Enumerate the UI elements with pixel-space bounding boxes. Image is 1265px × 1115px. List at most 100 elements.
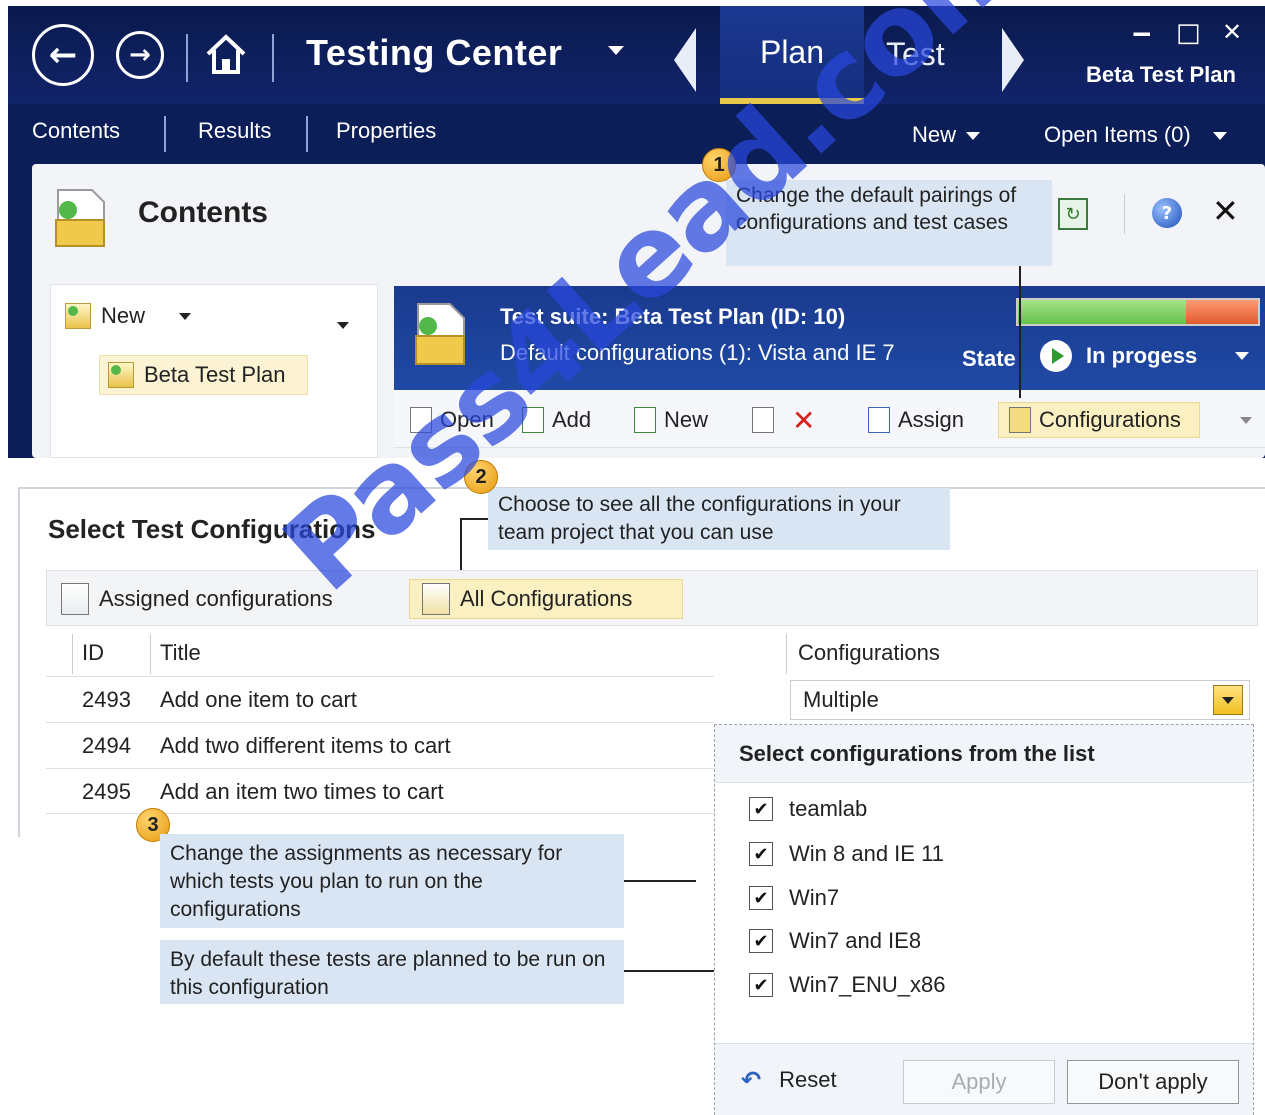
column-title[interactable]: Title [160, 640, 201, 666]
row-id: 2494 [82, 733, 131, 758]
tree-new-label: New [101, 303, 146, 328]
configurations-popup: Select configurations from the list ✔ tea… [714, 724, 1254, 1115]
scroll-left-icon[interactable] [674, 28, 696, 92]
row-title: Add two different items to cart [160, 733, 451, 758]
divider [786, 634, 787, 674]
suite-title: Test suite: Beta Test Plan (ID: 10) [500, 304, 846, 329]
table-row[interactable]: 2495 Add an item two times to cart [46, 768, 714, 814]
configurations-select[interactable]: Multiple [790, 680, 1250, 720]
row-id: 2495 [82, 779, 131, 804]
refresh-icon[interactable]: ↻ [1058, 198, 1088, 230]
row-title: Add an item two times to cart [160, 779, 444, 804]
open-items-label: Open Items (0) [1044, 122, 1191, 147]
chevron-down-icon [179, 312, 192, 320]
checkbox[interactable]: ✔ [749, 973, 773, 997]
toolbar-overflow[interactable] [1240, 402, 1252, 438]
forward-button[interactable]: → [116, 31, 164, 79]
add-icon [522, 407, 544, 433]
config-item[interactable]: ✔ Win 8 and IE 11 [749, 836, 944, 872]
table-row[interactable]: 2494 Add two different items to cart [46, 722, 714, 768]
dialog-title: Select Test Configurations [48, 514, 376, 544]
progress-bar [1016, 298, 1260, 326]
plan-name: Beta Test Plan [1086, 62, 1236, 87]
back-button[interactable]: ← [32, 24, 94, 86]
config-item[interactable]: ✔ Win7_ENU_x86 [749, 967, 946, 1003]
config-item[interactable]: ✔ teamlab [749, 791, 867, 827]
config-label: Win7 and IE8 [789, 928, 922, 953]
tab-test[interactable]: Test [886, 36, 945, 73]
assign-button[interactable]: Assign [868, 402, 964, 438]
state-label: State [962, 346, 1016, 371]
tree-new-button[interactable]: New [65, 303, 350, 329]
callout-2: Choose to see all the configurations in … [488, 488, 950, 550]
checkbox[interactable]: ✔ [749, 929, 773, 953]
assigned-configurations-icon [61, 583, 89, 615]
open-items-menu[interactable]: Open Items (0) [1044, 122, 1227, 148]
checkbox[interactable]: ✔ [749, 797, 773, 821]
subnav-contents[interactable]: Contents [32, 118, 120, 144]
suite-toolbar: Open Add New ✕ Assign Configurations [394, 390, 1265, 448]
assign-icon [868, 407, 890, 433]
dialog-border [18, 487, 20, 837]
new-label: New [664, 407, 709, 432]
configurations-label: Configurations [1039, 407, 1181, 432]
close-icon[interactable]: ✕ [1222, 18, 1242, 46]
add-button[interactable]: Add [522, 402, 591, 438]
new-menu[interactable]: New [912, 122, 981, 148]
new-button[interactable]: New [634, 402, 708, 438]
state-dropdown[interactable]: In progess [1040, 340, 1250, 372]
all-configurations-icon [422, 583, 450, 615]
sub-navigation: Contents Results Properties New Open Ite… [8, 104, 1265, 164]
reset-label: Reset [779, 1067, 837, 1092]
tree-item-beta-test-plan[interactable]: Beta Test Plan [99, 355, 309, 395]
config-item[interactable]: ✔ Win7 [749, 880, 839, 916]
assigned-configurations-button[interactable]: Assigned configurations [61, 579, 333, 619]
reset-button[interactable]: ↶ Reset [741, 1066, 837, 1094]
table-row[interactable]: 2493 Add one item to cart [46, 676, 714, 722]
open-icon [410, 407, 432, 433]
help-icon[interactable]: ? [1152, 198, 1182, 228]
all-configurations-label: All Configurations [460, 586, 633, 611]
config-label: Win7_ENU_x86 [789, 972, 946, 997]
checkbox[interactable]: ✔ [749, 886, 773, 910]
popup-title: Select configurations from the list [739, 741, 1095, 766]
assign-label: Assign [898, 407, 965, 432]
config-item[interactable]: ✔ Win7 and IE8 [749, 923, 921, 959]
config-label: teamlab [789, 796, 868, 821]
apply-button[interactable]: Apply [903, 1060, 1055, 1104]
subnav-results[interactable]: Results [198, 118, 271, 144]
remove-button[interactable]: ✕ [792, 402, 815, 438]
subnav-properties[interactable]: Properties [336, 118, 436, 144]
close-icon[interactable]: ✕ [1212, 192, 1239, 230]
column-configurations[interactable]: Configurations [798, 640, 940, 666]
scroll-right-icon[interactable] [1002, 28, 1024, 92]
row-id: 2493 [82, 687, 131, 712]
chevron-down-icon [1240, 416, 1252, 424]
configurations-icon [1009, 407, 1031, 433]
add-label: Add [552, 407, 592, 432]
home-icon[interactable] [204, 32, 248, 76]
all-configurations-button[interactable]: All Configurations [409, 579, 684, 619]
state-value: In progess [1086, 343, 1198, 368]
divider [272, 34, 274, 82]
checkbox[interactable]: ✔ [749, 842, 773, 866]
minimize-icon[interactable]: ‒ [1132, 16, 1151, 49]
open-button[interactable]: Open [410, 402, 494, 438]
in-progress-icon [1040, 340, 1072, 372]
callout-badge-2: 2 [464, 460, 498, 494]
maximize-icon[interactable]: □ [1176, 18, 1201, 48]
copy-button[interactable] [752, 402, 774, 438]
progress-failed [1186, 300, 1258, 324]
chevron-down-icon[interactable] [1213, 685, 1243, 715]
test-suite-icon [108, 362, 134, 388]
chevron-down-icon[interactable] [337, 321, 350, 329]
configurations-button[interactable]: Configurations [998, 402, 1200, 438]
suite-header: Test suite: Beta Test Plan (ID: 10) Defa… [394, 286, 1265, 390]
chevron-down-icon[interactable] [608, 46, 624, 55]
delete-icon: ✕ [792, 403, 816, 437]
copy-icon [752, 407, 774, 433]
dont-apply-button[interactable]: Don't apply [1067, 1060, 1239, 1104]
column-id[interactable]: ID [82, 640, 104, 666]
tab-plan[interactable]: Plan [720, 6, 864, 104]
divider [164, 116, 166, 152]
